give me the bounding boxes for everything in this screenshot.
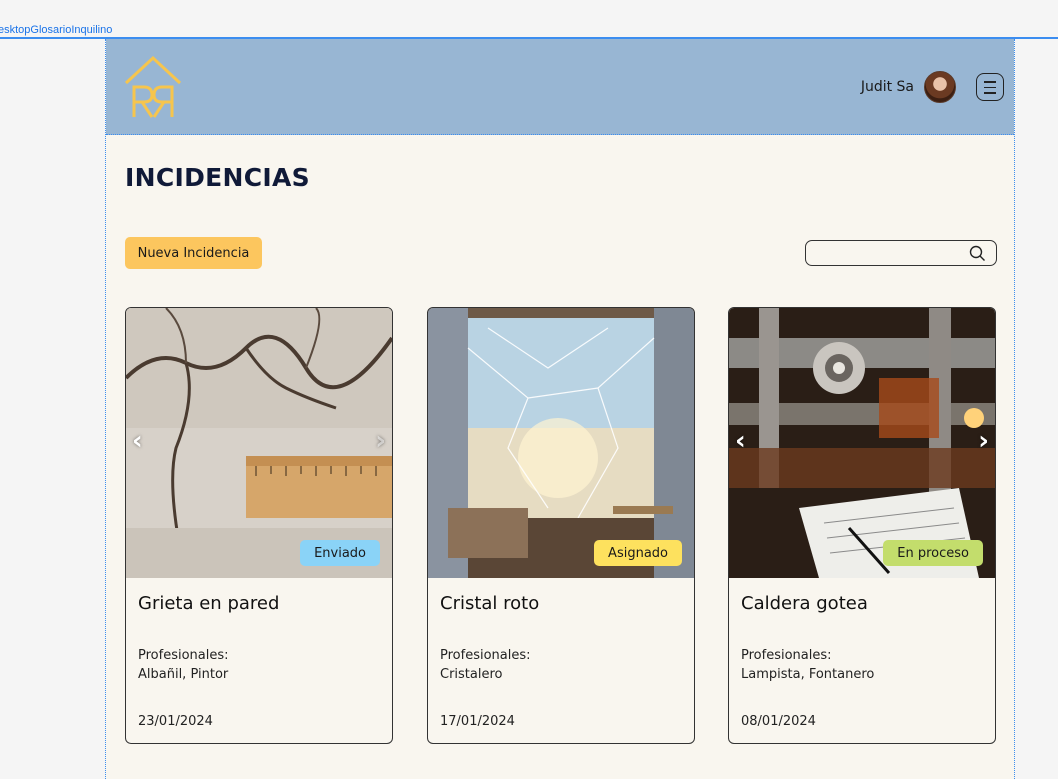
hamburger-menu-icon[interactable] (976, 73, 1004, 101)
status-badge: En proceso (883, 540, 983, 566)
menu-line (984, 86, 996, 88)
status-badge: Asignado (594, 540, 682, 566)
header: Judit Sa (106, 39, 1014, 135)
card-date: 23/01/2024 (138, 714, 213, 729)
menu-line (984, 92, 996, 94)
professionals-value: Lampista, Fontanero (741, 667, 875, 682)
status-badge: Enviado (300, 540, 380, 566)
card-title: Caldera gotea (741, 593, 868, 614)
incident-photo-wall-crack (126, 308, 392, 578)
card-title: Cristal roto (440, 593, 540, 614)
chevron-right-icon[interactable]: › (978, 426, 989, 456)
incident-card[interactable]: Asignado Cristal roto Profesionales: Cri… (427, 307, 695, 744)
incident-photo-broken-glass (428, 308, 694, 578)
page-frame: Judit Sa INCIDENCIAS Nueva Incidencia ‹ … (105, 39, 1015, 779)
professionals-value: Albañil, Pintor (138, 667, 229, 682)
search-icon[interactable] (969, 245, 986, 262)
search-box[interactable] (805, 240, 997, 266)
new-incident-button[interactable]: Nueva Incidencia (125, 237, 262, 269)
professionals-label: Profesionales: (138, 648, 229, 663)
card-title: Grieta en pared (138, 593, 280, 614)
house-logo-icon[interactable] (122, 55, 184, 119)
user-name[interactable]: Judit Sa (861, 79, 914, 95)
card-date: 08/01/2024 (741, 714, 816, 729)
professionals-label: Profesionales: (741, 648, 832, 663)
page-title: INCIDENCIAS (125, 163, 310, 192)
incident-card[interactable]: ‹ › En proceso Caldera gotea Profesional… (728, 307, 996, 744)
professionals-value: Cristalero (440, 667, 503, 682)
professionals-label: Profesionales: (440, 648, 531, 663)
search-input[interactable] (814, 244, 968, 264)
chevron-left-icon[interactable]: ‹ (132, 426, 143, 456)
card-date: 17/01/2024 (440, 714, 515, 729)
menu-line (984, 81, 996, 83)
frame-label: esktopGlosarioInquilino (0, 24, 113, 36)
incident-photo-boiler (729, 308, 995, 578)
chevron-right-icon[interactable]: › (375, 426, 386, 456)
avatar[interactable] (924, 71, 956, 103)
chevron-left-icon[interactable]: ‹ (735, 426, 746, 456)
incident-card[interactable]: ‹ › Enviado Grieta en pared Profesionale… (125, 307, 393, 744)
